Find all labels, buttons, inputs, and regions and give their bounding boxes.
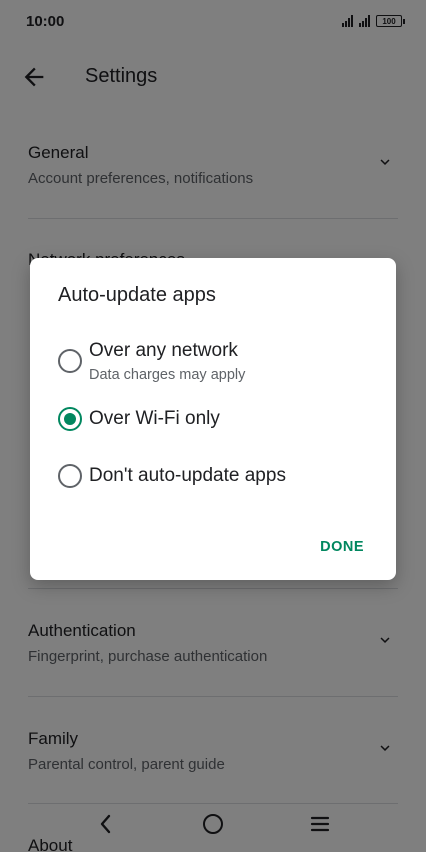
option-label: Don't auto-update apps: [89, 465, 286, 486]
option-label: Over Wi-Fi only: [89, 408, 220, 429]
option-any-network[interactable]: Over any network Data charges may apply: [58, 340, 378, 388]
option-dont-auto-update[interactable]: Don't auto-update apps: [58, 464, 378, 488]
dialog-title: Auto-update apps: [58, 284, 216, 306]
option-label: Over any network: [89, 340, 238, 361]
auto-update-dialog: Auto-update apps Over any network Data c…: [30, 258, 396, 580]
option-wifi-only[interactable]: Over Wi-Fi only: [58, 407, 378, 431]
done-button[interactable]: DONE: [320, 539, 364, 555]
option-sublabel: Data charges may apply: [89, 367, 246, 383]
radio-unchecked-icon[interactable]: [58, 464, 82, 488]
radio-unchecked-icon[interactable]: [58, 349, 82, 373]
radio-checked-icon[interactable]: [58, 407, 82, 431]
